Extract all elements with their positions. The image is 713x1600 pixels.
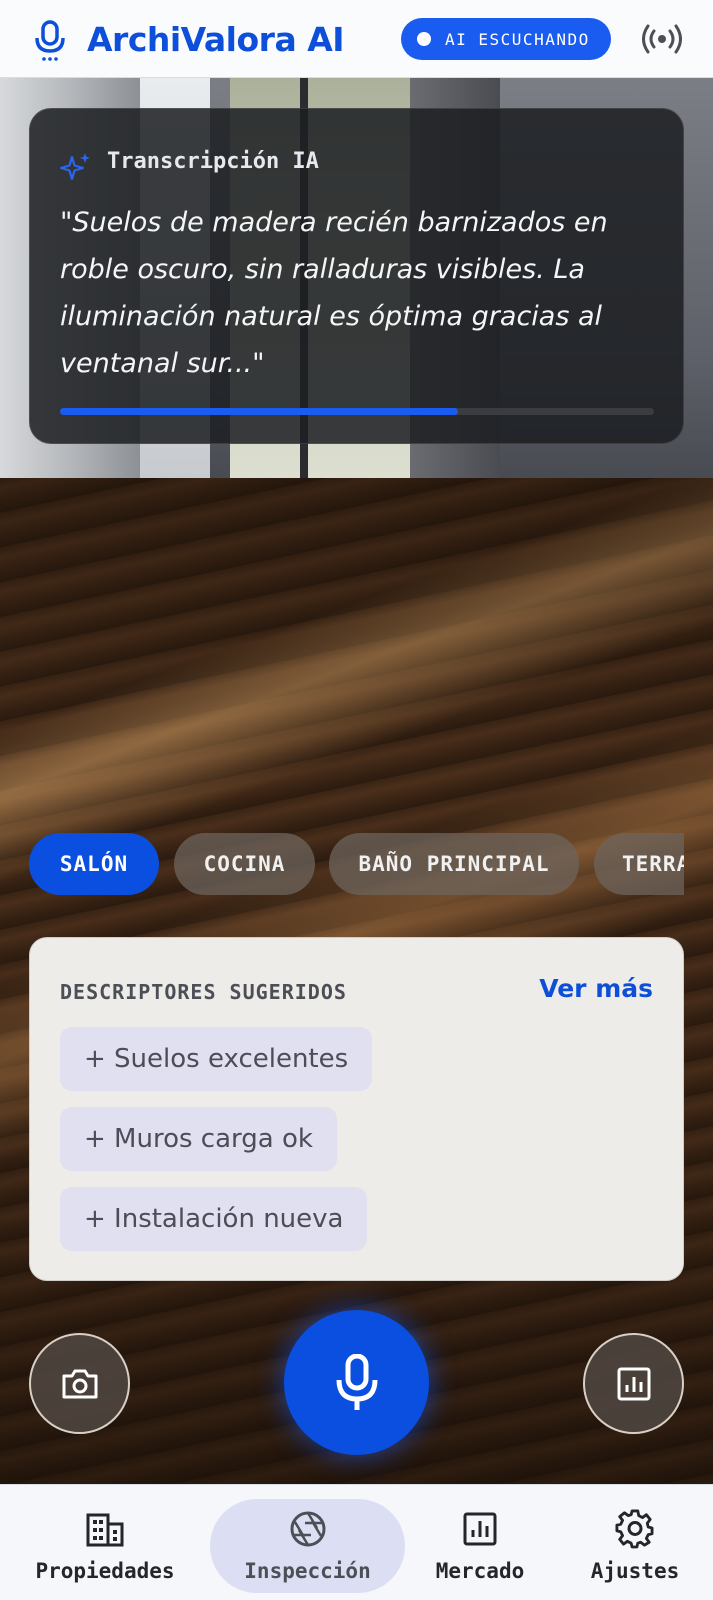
gear-icon (615, 1509, 654, 1549)
see-more-link[interactable]: Ver más (539, 974, 653, 1003)
mic-icon (336, 1353, 377, 1410)
nav-label: Mercado (435, 1559, 525, 1583)
nav-item-propiedades[interactable]: Propiedades (20, 1485, 190, 1600)
bottom-navigation: Propiedades Inspección Mercado Ajustes (0, 1484, 713, 1600)
nav-item-inspeccion[interactable]: Inspección (210, 1485, 405, 1600)
listening-status-badge[interactable]: AI ESCUCHANDO (401, 18, 611, 60)
transcription-title: Transcripción IA (107, 149, 319, 174)
transcription-text: "Suelos de madera recién barnizados en r… (60, 207, 608, 379)
descriptor-tag[interactable]: + Muros carga ok (60, 1107, 337, 1171)
room-chip-salon[interactable]: SALÓN (29, 833, 159, 895)
descriptor-tag[interactable]: + Suelos excelentes (60, 1027, 373, 1091)
nav-label: Inspección (244, 1559, 371, 1583)
nav-item-mercado[interactable]: Mercado (410, 1485, 550, 1600)
descriptor-tag[interactable]: + Instalación nueva (60, 1187, 368, 1251)
record-button[interactable] (284, 1310, 429, 1455)
app-header: ArchiValora AI AI ESCUCHANDO (0, 0, 713, 78)
descriptors-heading: DESCRIPTORES SUGERIDOS (60, 980, 347, 1004)
camera-button[interactable] (29, 1333, 130, 1434)
mic-icon (35, 20, 65, 61)
room-chip-cocina[interactable]: COCINA (174, 833, 315, 895)
nav-label: Ajustes (590, 1559, 680, 1583)
app-title: ArchiValora AI (87, 20, 345, 59)
camera-icon (62, 1369, 97, 1398)
room-selector: SALÓN COCINA BAÑO PRINCIPAL TERRAZA (29, 833, 684, 895)
transcription-progress (60, 408, 654, 415)
room-chip-bano-principal[interactable]: BAÑO PRINCIPAL (329, 833, 579, 895)
descriptors-card: DESCRIPTORES SUGERIDOS Ver más + Suelos … (29, 937, 684, 1281)
nav-item-ajustes[interactable]: Ajustes (570, 1485, 700, 1600)
chart-icon (463, 1512, 497, 1546)
room-chip-terraza[interactable]: TERRAZA (594, 833, 684, 895)
status-label: AI ESCUCHANDO (445, 29, 590, 49)
broadcast-icon[interactable] (642, 24, 682, 54)
aperture-icon (290, 1511, 325, 1547)
building-icon (86, 1513, 124, 1547)
transcription-progress-fill (60, 408, 458, 415)
nav-label: Propiedades (35, 1559, 175, 1583)
sparkle-icon (60, 153, 90, 181)
analytics-icon (617, 1367, 650, 1400)
status-dot (417, 32, 431, 46)
transcription-card: Transcripción IA "Suelos de madera recié… (29, 108, 684, 444)
analytics-button[interactable] (583, 1333, 684, 1434)
